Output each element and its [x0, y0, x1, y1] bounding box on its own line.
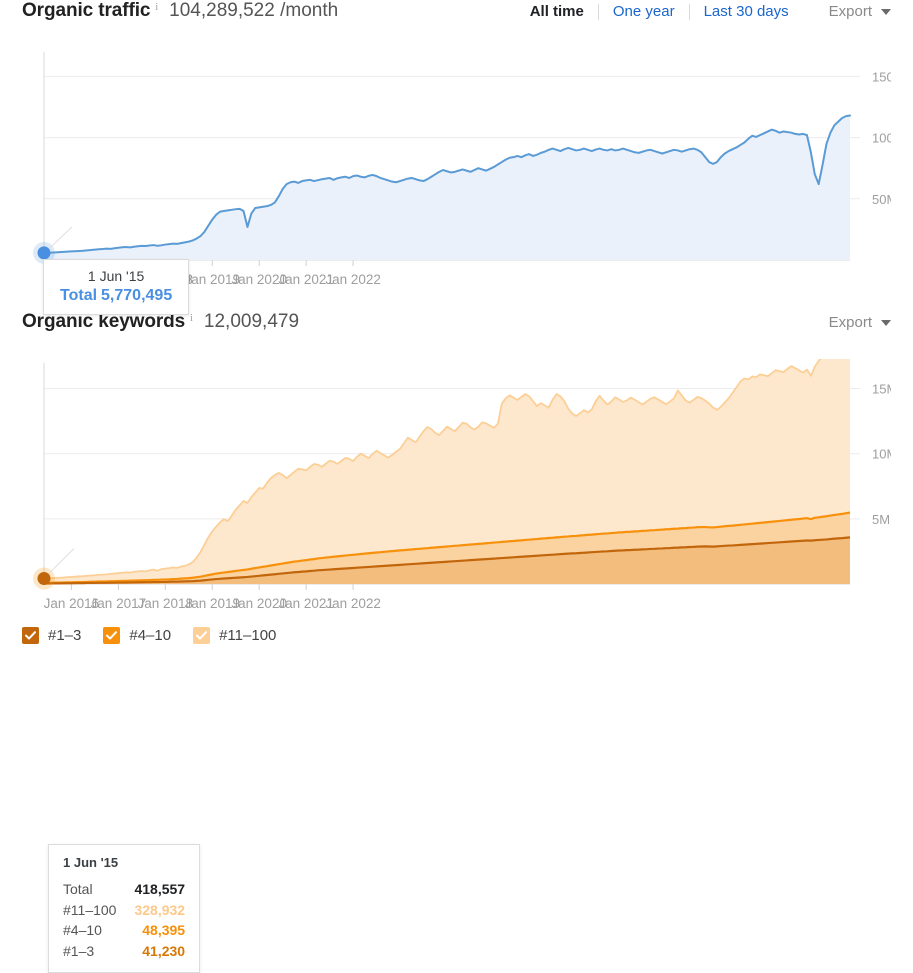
- legend-label-4-10: #4–10: [129, 627, 172, 644]
- export-keywords-button[interactable]: Export: [829, 314, 891, 331]
- organic-traffic-chart[interactable]: 150M100M50MJan 2016Jan 2017Jan 2018Jan 2…: [22, 48, 891, 293]
- organic-traffic-header: Organic traffic i 104,289,522 /month All…: [0, 0, 913, 48]
- time-range-selector: All time One year Last 30 days: [516, 3, 803, 20]
- tooltip-row: #11–100 328,932: [63, 900, 185, 921]
- tooltip-row-value: 418,557: [134, 881, 186, 897]
- tooltip-date: 1 Jun '15: [63, 855, 119, 870]
- info-icon[interactable]: i: [190, 313, 193, 324]
- tooltip-row-label: #1–3: [63, 942, 95, 959]
- check-icon: [196, 631, 208, 640]
- organic-keywords-chart[interactable]: 15M10M5MJan 2016Jan 2017Jan 2018Jan 2019…: [22, 359, 891, 617]
- chevron-down-icon: [881, 8, 891, 15]
- tooltip-row-value: 41,230: [142, 942, 186, 959]
- organic-keywords-value: 12,009,479: [203, 311, 300, 332]
- legend-item-1-3[interactable]: #1–3: [22, 627, 81, 644]
- tooltip-total-label: Total: [60, 287, 98, 304]
- organic-traffic-plot[interactable]: 150M100M50MJan 2016Jan 2017Jan 2018Jan 2…: [0, 48, 913, 315]
- tooltip-leader-line: [48, 226, 73, 250]
- legend-label-11-100: #11–100: [219, 627, 277, 644]
- tooltip-row-value: 48,395: [142, 922, 186, 939]
- export-traffic-button[interactable]: Export: [829, 3, 891, 20]
- y-axis-tick-label: 150M: [872, 69, 891, 84]
- check-icon: [25, 631, 36, 640]
- info-icon[interactable]: i: [155, 2, 158, 13]
- y-axis-tick-label: 5M: [872, 512, 890, 527]
- organic-traffic-tooltip: 1 Jun '15 Total 5,770,495: [43, 259, 190, 315]
- organic-traffic-value: 104,289,522 /month: [169, 0, 339, 21]
- tooltip-total: Total 5,770,495: [60, 287, 172, 305]
- x-axis-tick-label: Jan 2022: [325, 596, 381, 611]
- legend-item-4-10[interactable]: #4–10: [103, 627, 171, 644]
- y-axis-tick-label: 10M: [872, 447, 891, 462]
- range-all-time[interactable]: All time: [516, 3, 598, 20]
- marker-dot[interactable]: [37, 572, 51, 586]
- organic-keywords-tooltip: 1 Jun '15 Total 418,557 #11–100 328,932 #4–1…: [48, 844, 201, 973]
- checkbox-4-10[interactable]: [103, 627, 121, 644]
- legend-label-1-3: #1–3: [48, 627, 82, 644]
- tooltip-rows: Total 418,557 #11–100 328,932 #4–10 48,395 #1–…: [63, 879, 185, 961]
- tooltip-row: #4–10 48,395: [63, 920, 185, 941]
- tooltip-leader-line: [48, 548, 75, 574]
- organic-keywords-panel: Organic keywords i 12,009,479 Export 15M…: [0, 311, 913, 973]
- legend-item-11-100[interactable]: #11–100: [193, 627, 276, 644]
- x-axis-tick-label: Jan 2022: [325, 272, 381, 287]
- y-axis-tick-label: 15M: [872, 382, 891, 397]
- page-title: Organic traffic: [22, 0, 151, 21]
- tooltip-row: Total 418,557: [63, 879, 185, 900]
- tooltip-total-value: 5,770,495: [101, 287, 173, 304]
- export-label: Export: [828, 314, 872, 331]
- tooltip-row-value: 328,932: [134, 901, 186, 918]
- check-icon: [106, 631, 118, 640]
- marker-dot[interactable]: [37, 246, 51, 260]
- range-one-year[interactable]: One year: [599, 3, 689, 20]
- tooltip-row: #1–3 41,230: [63, 941, 185, 962]
- organic-traffic-panel: Organic traffic i 104,289,522 /month All…: [0, 0, 913, 315]
- organic-keywords-header: Organic keywords i 12,009,479 Export: [0, 311, 913, 359]
- range-last-30-days[interactable]: Last 30 days: [690, 3, 803, 20]
- y-axis-tick-label: 50M: [872, 192, 891, 207]
- chevron-down-icon: [881, 319, 891, 326]
- checkbox-11-100[interactable]: [193, 627, 211, 644]
- export-label: Export: [828, 3, 872, 20]
- tooltip-date: 1 Jun '15: [87, 268, 145, 284]
- y-axis-tick-label: 100M: [872, 131, 891, 146]
- tooltip-row-label: Total: [63, 881, 93, 897]
- checkbox-1-3[interactable]: [22, 627, 39, 644]
- organic-keywords-plot[interactable]: 15M10M5MJan 2016Jan 2017Jan 2018Jan 2019…: [0, 359, 913, 973]
- tooltip-row-label: #4–10: [63, 922, 102, 939]
- organic-keywords-legend: #1–3 #4–10 #11–100: [0, 627, 913, 644]
- tooltip-row-label: #11–100: [63, 901, 117, 918]
